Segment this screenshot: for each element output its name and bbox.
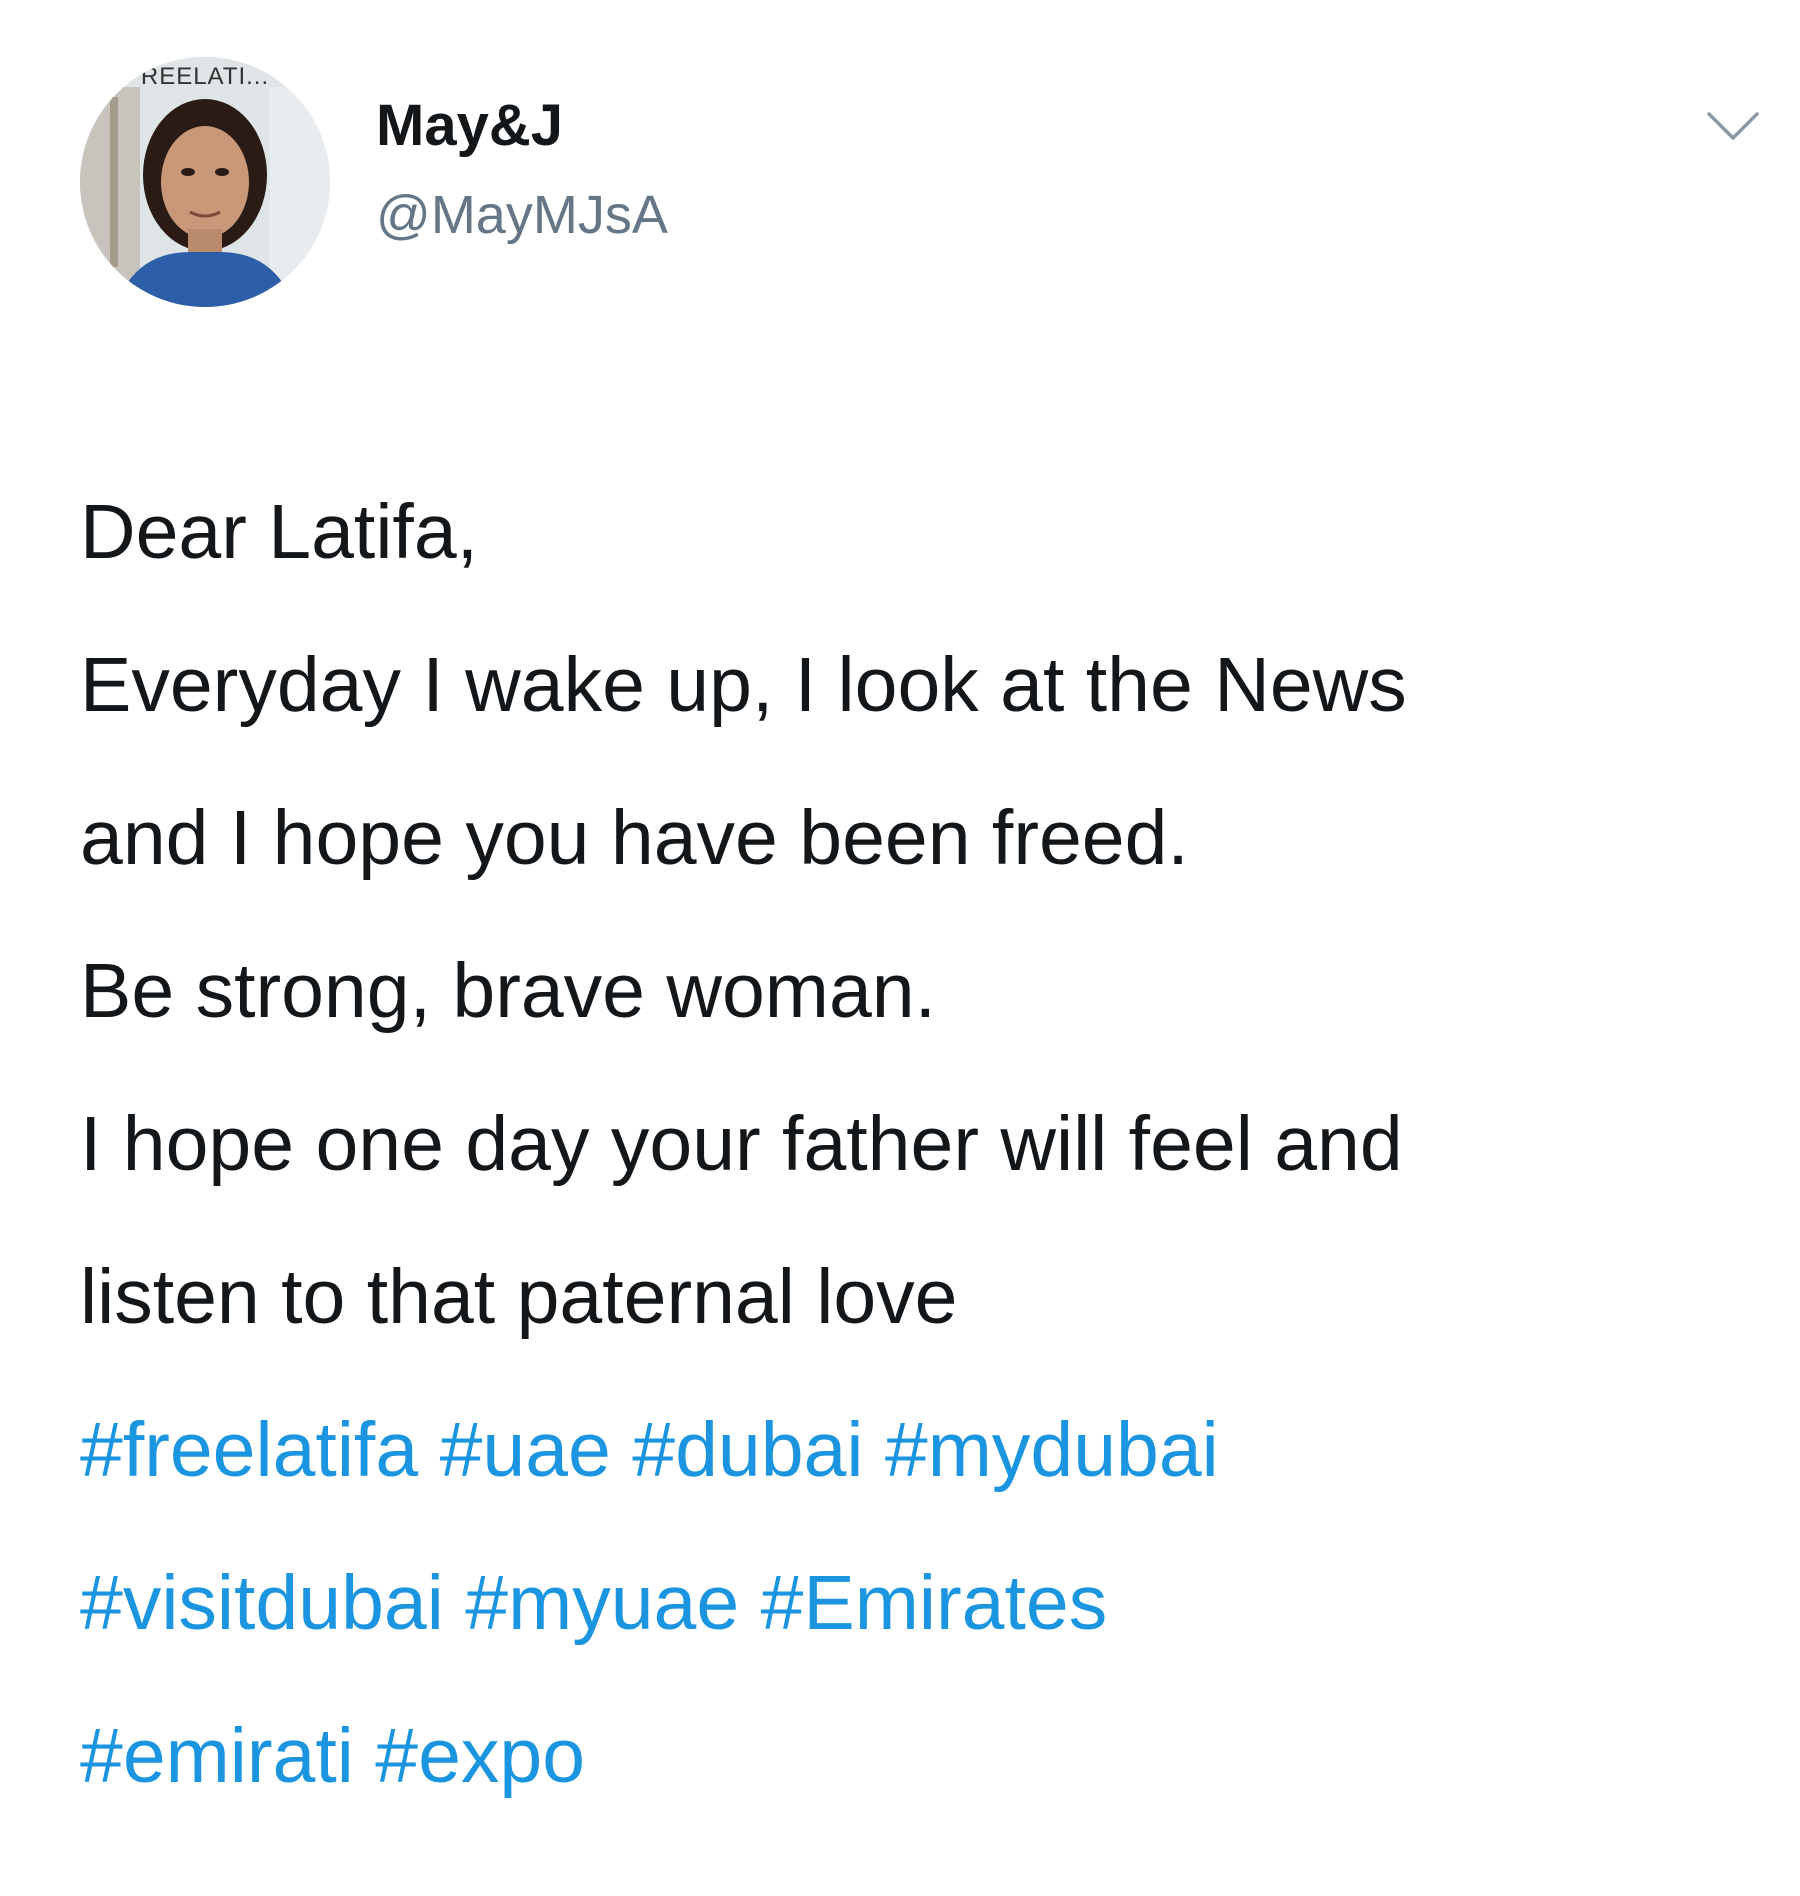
avatar-caption: REELATI...	[140, 63, 270, 90]
tweet-card: REELATI... May&J @MayMJsA Dear Latifa, E…	[0, 0, 1800, 1896]
avatar-image	[80, 57, 330, 307]
user-handle[interactable]: @MayMJsA	[376, 184, 668, 246]
hashtag-link-emirati[interactable]: #emirati	[80, 1713, 354, 1799]
hashtag-line: #visitdubai #myuae #Emirates	[80, 1527, 1780, 1680]
avatar[interactable]: REELATI...	[80, 57, 330, 307]
hashtag-link-emirates[interactable]: #Emirates	[761, 1560, 1108, 1646]
hashtag-link-freelatifa[interactable]: #freelatifa	[80, 1407, 418, 1493]
hashtag-link-myuae[interactable]: #myuae	[465, 1560, 739, 1646]
tweet-line: and I hope you have been freed.	[80, 795, 1189, 881]
hashtag-link-mydubai[interactable]: #mydubai	[885, 1407, 1219, 1493]
hashtag-link-expo[interactable]: #expo	[375, 1713, 585, 1799]
tweet-line: Be strong, brave woman.	[80, 948, 936, 1034]
tweet-line: Dear Latifa,	[80, 489, 479, 575]
display-name[interactable]: May&J	[376, 92, 563, 159]
tweet-text: Dear Latifa, Everyday I wake up, I look …	[80, 456, 1780, 1833]
hashtag-link-uae[interactable]: #uae	[440, 1407, 611, 1493]
tweet-line: Everyday I wake up, I look at the News	[80, 642, 1407, 728]
tweet-line: I hope one day your father will feel and	[80, 1101, 1403, 1187]
hashtag-line: #freelatifa #uae #dubai #mydubai	[80, 1374, 1780, 1527]
hashtag-link-visitdubai[interactable]: #visitdubai	[80, 1560, 444, 1646]
tweet-line: listen to that paternal love	[80, 1254, 958, 1340]
hashtag-line: #emirati #expo	[80, 1680, 1780, 1833]
chevron-down-icon	[1707, 112, 1759, 140]
tweet-menu-button[interactable]	[1706, 110, 1760, 144]
hashtag-link-dubai[interactable]: #dubai	[632, 1407, 863, 1493]
